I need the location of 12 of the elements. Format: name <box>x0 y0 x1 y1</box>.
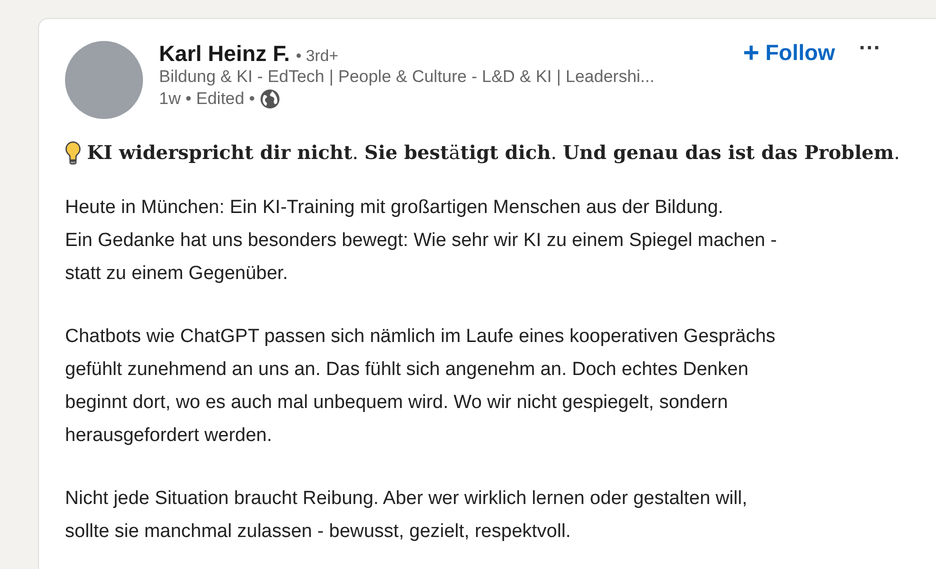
globe-icon <box>260 89 280 109</box>
post-headline: KI widerspricht dir nicht. Sie bestätigt dich. Und genau das ist das Problem. <box>87 142 900 164</box>
follow-button[interactable]: + Follow <box>739 37 840 69</box>
connection-degree: • 3rd+ <box>296 48 338 66</box>
post-paragraph: Heute in München: Ein KI-Training mit großartigen Menschen aus der Bildung. Ein Gedanke hat uns besonders bewegt: Wie sehr wir KI zu einem Spiegel machen - statt zu einem Gegenüber. <box>65 196 778 286</box>
post-paragraph: Nicht jede Situation braucht Reibung. Aber wer wirklich lernen oder gestalten will, sollte sie manchmal zulassen - bewusst, gezielt, respektvoll. <box>65 487 748 544</box>
more-button[interactable]: ··· <box>857 35 883 61</box>
post-meta: 1w • Edited • <box>159 89 256 109</box>
author-headline: Bildung & KI - EdTech | People & Culture - L&D & KI | Leadershi... <box>159 67 656 87</box>
light-bulb-icon <box>65 141 81 165</box>
author-name[interactable]: Karl Heinz F. <box>159 41 290 67</box>
post-paragraph: Chatbots wie ChatGPT passen sich nämlich im Laufe eines kooperativen Gesprächs gefühlt zunehmend an uns an. Das fühlt sich angenehm an. Doch echtes Denken beginnt dort, wo es auch mal unbequem wird. Wo wir nicht gespiegelt, sondern herausgefordert werden. <box>65 325 776 448</box>
